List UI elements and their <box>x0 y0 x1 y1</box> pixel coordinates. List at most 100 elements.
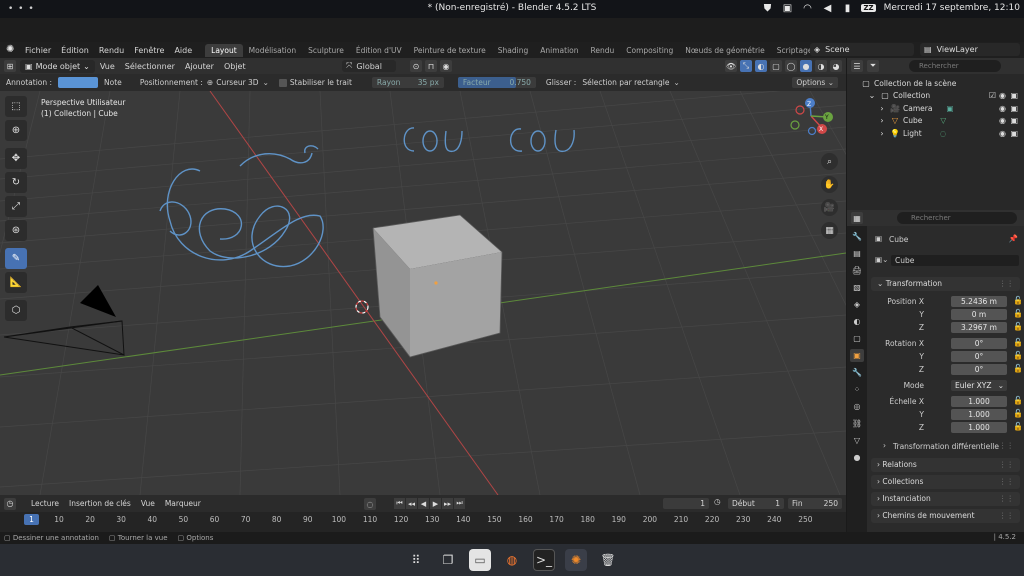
mesh-data-icon[interactable]: ▽ <box>940 116 946 125</box>
move-tool-icon[interactable]: ✥ <box>5 148 27 169</box>
collections-section-header[interactable]: › Collections ⋮⋮ <box>871 475 1020 489</box>
overlay-icon[interactable]: ◐ <box>755 60 767 72</box>
chevron-right-icon[interactable]: › <box>877 129 887 138</box>
lock-icon[interactable]: 🔓 <box>1013 422 1023 431</box>
cube-object[interactable] <box>372 214 503 358</box>
rendered-shading-icon[interactable]: ◕ <box>830 60 842 72</box>
pan-hand-icon[interactable]: ✋ <box>821 176 838 193</box>
solid-shading-icon[interactable]: ● <box>800 60 812 72</box>
eye-icon[interactable]: ◉ <box>999 104 1006 113</box>
editor-type-icon[interactable]: ⊞ <box>4 60 16 72</box>
object-name-field[interactable]: Cube <box>891 255 1019 266</box>
lock-icon[interactable]: 🔓 <box>1013 309 1023 318</box>
annotate-tool-icon[interactable]: ✎ <box>5 248 27 269</box>
world-tab-icon[interactable]: ◐ <box>850 315 864 328</box>
add-cube-tool-icon[interactable]: ⬡ <box>5 300 27 321</box>
transform-orientation-dropdown[interactable]: ⤧ Global <box>342 60 396 72</box>
relations-section-header[interactable]: › Relations ⋮⋮ <box>871 458 1020 472</box>
play-icon[interactable]: ▶ <box>430 498 441 509</box>
drag-handle-icon[interactable]: ⋮⋮ <box>999 441 1014 450</box>
scale-z-field[interactable]: 1.000 <box>951 422 1007 433</box>
perspective-grid-icon[interactable]: ▦ <box>821 222 838 239</box>
menu-file[interactable]: Fichier <box>20 46 56 55</box>
factor-slider[interactable]: Facteur 0.750 <box>457 77 536 88</box>
prev-keyframe-icon[interactable]: ◂◂ <box>406 498 417 509</box>
eye-icon[interactable]: ◉ <box>999 116 1006 125</box>
blender-logo-icon[interactable]: ✺ <box>6 44 20 56</box>
scene-collection-row[interactable]: ▢ Collection de la scène <box>847 77 1024 90</box>
current-frame-field[interactable]: 1 <box>663 498 709 509</box>
instancing-section-header[interactable]: › Instanciation ⋮⋮ <box>871 492 1020 506</box>
battery-icon[interactable]: ▮ <box>841 2 853 14</box>
menu-render[interactable]: Rendu <box>94 46 129 55</box>
outliner-item-light[interactable]: › 💡 Light ◌ ◉ ▣ <box>847 127 1024 140</box>
transform-tool-icon[interactable]: ⊛ <box>5 220 27 241</box>
menu-playback[interactable]: Lecture <box>26 499 64 508</box>
transform-section-header[interactable]: ⌄ Transformation ⋮⋮ <box>871 277 1020 291</box>
options-dropdown[interactable]: Options ⌄ <box>792 77 838 88</box>
render-camera-icon[interactable]: ▣ <box>1010 91 1018 100</box>
gizmo-icon[interactable]: ⤡ <box>740 60 752 72</box>
jump-end-icon[interactable]: ⏭ <box>454 498 465 509</box>
lock-icon[interactable]: 🔓 <box>1013 322 1023 331</box>
menu-add[interactable]: Ajouter <box>180 62 219 71</box>
xray-icon[interactable]: ▢ <box>770 60 782 72</box>
chat-icon[interactable]: ▣ <box>781 2 793 14</box>
trash-icon[interactable]: 🗑 <box>597 549 619 571</box>
navigation-gizmo[interactable]: Z X Y <box>790 98 833 136</box>
camera-data-icon[interactable]: ▣ <box>946 104 953 113</box>
material-tab-icon[interactable]: ● <box>850 451 864 464</box>
scale-tool-icon[interactable]: ⤢ <box>5 196 27 217</box>
motion-paths-section-header[interactable]: › Chemins de mouvement ⋮⋮ <box>871 509 1020 523</box>
clock[interactable]: Mercredi 17 septembre, 12:10 <box>884 3 1020 13</box>
drag-handle-icon[interactable]: ⋮⋮ <box>999 492 1014 506</box>
tool-tab-icon[interactable]: 🔧 <box>850 230 864 243</box>
menu-marker[interactable]: Marqueur <box>160 499 206 508</box>
clock-icon[interactable]: ◷ <box>714 497 721 506</box>
rotation-x-field[interactable]: 0° <box>951 338 1007 349</box>
tab-modeling[interactable]: Modélisation <box>243 44 302 57</box>
pivot-icon[interactable]: ⊙ <box>410 60 422 72</box>
zoom-icon[interactable]: ⌕ <box>821 153 838 170</box>
outliner-search-input[interactable]: Rechercher <box>909 60 1001 72</box>
files-icon[interactable]: ▭ <box>469 549 491 571</box>
end-frame-field[interactable]: Fin 250 <box>788 498 842 509</box>
lock-icon[interactable]: 🔓 <box>1013 351 1023 360</box>
constraints-tab-icon[interactable]: ⛓ <box>850 417 864 430</box>
outliner-item-cube[interactable]: › ▽ Cube ▽ ◉ ▣ <box>847 115 1024 128</box>
tab-uv-editing[interactable]: Édition d'UV <box>350 44 408 57</box>
properties-search-input[interactable]: Rechercher <box>897 212 1017 224</box>
note-layer-label[interactable]: Note <box>104 78 122 87</box>
select-tool-icon[interactable]: ⬚ <box>5 96 27 117</box>
shield-icon[interactable]: ⛊ <box>761 2 773 14</box>
modifier-tab-icon[interactable]: 🔧 <box>850 366 864 379</box>
volume-icon[interactable]: ◀ <box>821 2 833 14</box>
render-tab-icon[interactable]: ▤ <box>850 247 864 260</box>
render-camera-icon[interactable]: ▣ <box>1010 129 1018 138</box>
chevron-right-icon[interactable]: › <box>877 116 887 125</box>
view-layer-selector[interactable]: ▤ ViewLayer <box>920 43 1020 56</box>
collection-row[interactable]: ⌄ ▢ Collection ☑ ◉ ▣ <box>847 90 1024 103</box>
measure-tool-icon[interactable]: 📐 <box>5 272 27 293</box>
stabilize-checkbox[interactable]: Stabiliser le trait <box>278 78 352 87</box>
position-x-field[interactable]: 5.2436 m <box>951 296 1007 307</box>
cursor-tool-icon[interactable]: ⊕ <box>5 120 27 141</box>
terminal-icon[interactable]: >_ <box>533 549 555 571</box>
rotation-mode-dropdown[interactable]: Euler XYZ ⌄ <box>951 380 1007 391</box>
radius-field[interactable]: Rayon 35 px <box>371 77 444 88</box>
delta-transform-header[interactable]: › Transformation différentielle ⋮⋮ <box>879 441 1024 453</box>
tab-sculpting[interactable]: Sculpture <box>302 44 350 57</box>
tab-geometry-nodes[interactable]: Nœuds de géométrie <box>679 44 770 57</box>
scale-x-field[interactable]: 1.000 <box>951 396 1007 407</box>
play-reverse-icon[interactable]: ◀ <box>418 498 429 509</box>
window-switcher-icon[interactable]: ❐ <box>437 549 459 571</box>
jump-start-icon[interactable]: ⏮ <box>394 498 405 509</box>
light-data-icon[interactable]: ◌ <box>940 129 947 138</box>
tab-rendering[interactable]: Rendu <box>585 44 621 57</box>
app-grid-icon[interactable]: ⠿ <box>405 549 427 571</box>
snap-icon[interactable]: ⊓ <box>425 60 437 72</box>
render-camera-icon[interactable]: ▣ <box>1010 104 1018 113</box>
object-type-icon[interactable]: ▣⌄ <box>875 255 888 264</box>
collection-tab-icon[interactable]: ▢ <box>850 332 864 345</box>
firefox-icon[interactable]: ◍ <box>501 549 523 571</box>
